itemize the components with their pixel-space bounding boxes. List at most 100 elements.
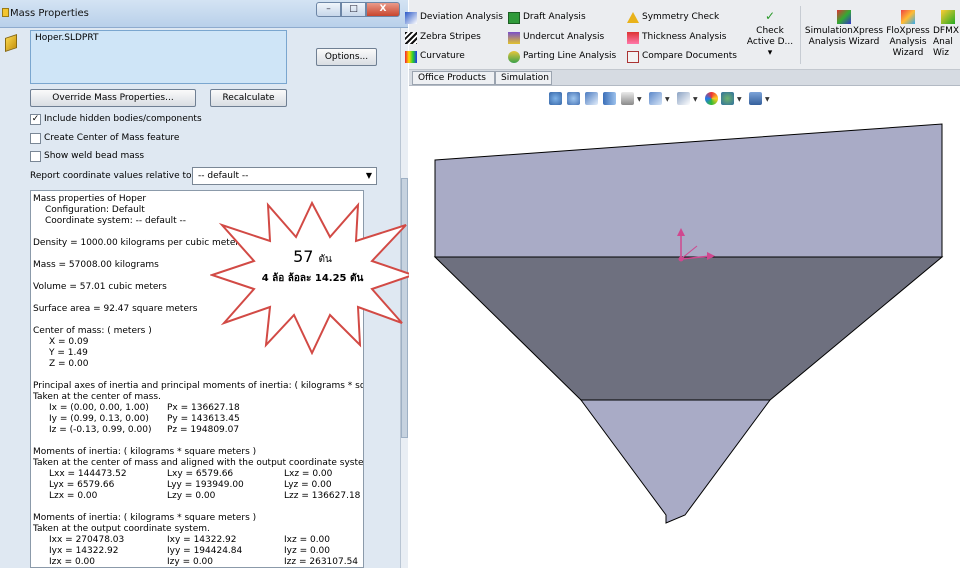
- hopper-bottom-face[interactable]: [580, 399, 771, 524]
- show-weld-bead-mass-label: Show weld bead mass: [44, 151, 145, 161]
- results-surface-area: Surface area = 92.47 square meters: [33, 304, 198, 314]
- selected-item[interactable]: Hoper.SLDPRT: [35, 33, 98, 43]
- dfmxpress-label-1: DFMX: [933, 26, 960, 36]
- results-header: Mass properties of Hoper: [33, 194, 147, 204]
- evaluate-ribbon: Deviation Analysis Zebra Stripes Curvatu…: [405, 0, 960, 70]
- recalculate-button[interactable]: Recalculate: [210, 89, 287, 107]
- results-density: Density = 1000.00 kilograms per cubic me…: [33, 238, 240, 248]
- dialog-titlebar[interactable]: Mass Properties – □ X: [0, 0, 408, 28]
- floxpress-label-2: Analysis: [889, 37, 927, 47]
- dfmxpress-icon: [941, 10, 955, 24]
- results-com-header: Center of mass: ( meters ): [33, 326, 152, 336]
- hopper-top-face[interactable]: [434, 123, 943, 258]
- callout-weight-total: 57 ตัน: [210, 247, 415, 267]
- results-moi-com-value: Lzx = 0.00: [49, 491, 98, 501]
- create-center-of-mass-checkbox[interactable]: [30, 133, 41, 144]
- close-button[interactable]: X: [366, 2, 400, 17]
- draft-analysis-label: Draft Analysis: [523, 12, 586, 22]
- check-active-label-1: Check: [756, 26, 784, 36]
- report-coordinate-label: Report coordinate values relative to:: [30, 171, 195, 181]
- results-moi-com-sub: Taken at the center of mass and aligned …: [33, 458, 364, 468]
- dfmxpress-label-2: Anal: [933, 37, 953, 47]
- callout-number: 57: [293, 247, 314, 266]
- results-com-y: Y = 1.49: [49, 348, 88, 358]
- minimize-button[interactable]: –: [316, 2, 341, 17]
- results-com-x: X = 0.09: [49, 337, 89, 347]
- parting-line-analysis-icon: [508, 51, 520, 63]
- results-mass: Mass = 57008.00 kilograms: [33, 260, 159, 270]
- results-moi-com-value: Lyz = 0.00: [284, 480, 332, 490]
- simulationxpress-label-1: SimulationXpress: [804, 26, 884, 36]
- draft-analysis-icon: [508, 12, 520, 24]
- results-moi-com-value: Lzz = 136627.18: [284, 491, 361, 501]
- mass-properties-icon: [2, 8, 9, 17]
- show-weld-bead-mass-checkbox[interactable]: [30, 151, 41, 162]
- results-moi-out-value: Izx = 0.00: [49, 557, 96, 567]
- hopper-model[interactable]: [409, 86, 960, 568]
- results-volume: Volume = 57.01 cubic meters: [33, 282, 167, 292]
- simulationxpress-label-2: Analysis Wizard: [808, 37, 880, 47]
- graphics-viewport[interactable]: ▼ ▼ ▼ ▼ ▼: [409, 86, 960, 568]
- dialog-title: Mass Properties: [10, 8, 89, 19]
- floxpress-label-3: Wizard: [892, 48, 924, 58]
- simulationxpress-icon: [837, 10, 851, 24]
- include-hidden-bodies-label: Include hidden bodies/components: [44, 114, 202, 124]
- zebra-stripes-label: Zebra Stripes: [420, 32, 481, 42]
- include-hidden-bodies-checkbox[interactable]: ✓: [30, 114, 41, 125]
- results-moi-out-value: Ixy = 14322.92: [167, 535, 237, 545]
- check-active-document-button[interactable]: ✓ Check Active D... ▾: [745, 10, 795, 59]
- results-principal-moment: Py = 143613.45: [167, 414, 240, 424]
- results-moi-out-value: Ixx = 270478.03: [49, 535, 125, 545]
- floxpress-button[interactable]: FloXpress Analysis Wizard: [885, 10, 931, 59]
- curvature-icon: [405, 51, 417, 63]
- ribbon-separator: [800, 6, 801, 64]
- weight-callout: 57 ตัน 4 ล้อ ล้อละ 14.25 ตัน: [210, 195, 415, 355]
- options-button[interactable]: Options...: [316, 48, 377, 66]
- compare-documents-label: Compare Documents: [642, 51, 738, 61]
- results-moi-out-sub: Taken at the output coordinate system.: [33, 524, 210, 534]
- selected-items-list[interactable]: Hoper.SLDPRT: [30, 30, 287, 84]
- results-moi-com-value: Lxy = 6579.66: [167, 469, 234, 479]
- dfmxpress-button[interactable]: DFMX Anal Wiz: [933, 10, 960, 59]
- results-moi-com-value: Lxz = 0.00: [284, 469, 333, 479]
- results-principal-axis: Iz = (-0.13, 0.99, 0.00): [49, 425, 152, 435]
- results-moi-com-value: Lxx = 144473.52: [49, 469, 127, 479]
- coordinate-system-dropdown[interactable]: -- default -- ▼: [192, 167, 377, 185]
- results-configuration: Configuration: Default: [45, 205, 145, 215]
- deviation-analysis-label: Deviation Analysis: [420, 12, 503, 22]
- override-mass-properties-button[interactable]: Override Mass Properties...: [30, 89, 196, 107]
- check-active-dropdown-icon[interactable]: ▾: [745, 48, 795, 59]
- create-center-of-mass-label: Create Center of Mass feature: [44, 133, 180, 143]
- callout-per-wheel: 4 ล้อ ล้อละ 14.25 ตัน: [261, 273, 364, 284]
- results-moi-com-value: Lyx = 6579.66: [49, 480, 115, 490]
- results-moi-com-value: Lzy = 0.00: [167, 491, 216, 501]
- zebra-stripes-icon: [405, 32, 417, 44]
- results-principal-moment: Pz = 194809.07: [167, 425, 240, 435]
- symmetry-check-icon: [627, 12, 639, 23]
- simulationxpress-button[interactable]: SimulationXpress Analysis Wizard: [803, 10, 885, 48]
- maximize-button[interactable]: □: [341, 2, 366, 17]
- deviation-analysis-icon: [405, 12, 417, 24]
- results-moi-out-value: Iyy = 194424.84: [167, 546, 243, 556]
- hopper-middle-face[interactable]: [433, 256, 944, 401]
- callout-unit: ตัน: [318, 254, 332, 265]
- tab-simulation[interactable]: Simulation: [495, 71, 552, 85]
- results-principal-header: Principal axes of inertia and principal …: [33, 381, 363, 391]
- undercut-analysis-label: Undercut Analysis: [523, 32, 605, 42]
- results-principal-sub: Taken at the center of mass.: [33, 392, 161, 402]
- dropdown-arrow-icon[interactable]: ▼: [366, 171, 372, 180]
- coordinate-system-value: -- default --: [198, 171, 249, 181]
- results-moi-out-header: Moments of inertia: ( kilograms * square…: [33, 513, 257, 523]
- tab-office-products[interactable]: Office Products: [412, 71, 495, 85]
- symmetry-check-label: Symmetry Check: [642, 12, 720, 22]
- results-coordinate-system: Coordinate system: -- default --: [45, 216, 187, 226]
- undercut-analysis-icon: [508, 32, 520, 44]
- results-moi-out-value: Iyx = 14322.92: [49, 546, 119, 556]
- check-active-label-2: Active D...: [746, 37, 794, 47]
- floxpress-label-1: FloXpress: [886, 26, 930, 36]
- floxpress-icon: [901, 10, 915, 24]
- results-principal-axis: Ix = (0.00, 0.00, 1.00): [49, 403, 149, 413]
- check-mark-icon: ✓: [764, 9, 776, 23]
- thickness-analysis-label: Thickness Analysis: [642, 32, 727, 42]
- compare-documents-icon: [627, 51, 639, 63]
